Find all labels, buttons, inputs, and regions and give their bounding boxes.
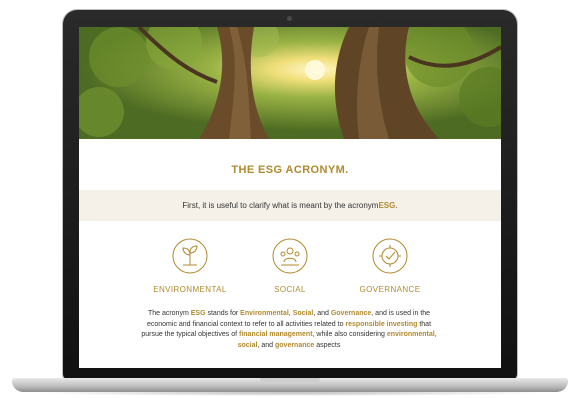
intro-band: First, it is useful to clarify what is m…	[79, 190, 501, 221]
esg-description: The acronym ESG stands for Environmental…	[139, 309, 439, 351]
tree-canopy-image	[79, 27, 501, 139]
hero-image-trees	[79, 27, 501, 139]
laptop-screen: THE ESG ACRONYM. First, it is useful to …	[79, 27, 501, 368]
desc-text: , and	[313, 310, 331, 317]
desc-highlight: Environmental	[240, 310, 289, 317]
intro-highlight: ESG	[378, 201, 396, 210]
esg-pillars: ENVIRONMENTAL SOCIAL GOVERNANCE	[79, 237, 501, 297]
desc-highlight: financial management	[239, 331, 313, 338]
desc-text: The acronym	[147, 310, 191, 317]
desc-highlight: social	[237, 341, 258, 349]
desc-highlight: Social	[292, 310, 314, 317]
desc-highlight: Governance	[330, 310, 372, 317]
desc-highlight: governance	[275, 341, 315, 349]
pillar-governance: GOVERNANCE	[330, 237, 450, 294]
desc-text: , and	[257, 341, 275, 349]
page-title: THE ESG ACRONYM.	[231, 164, 349, 176]
desc-text: , while also considering	[312, 331, 387, 338]
environmental-icon	[172, 238, 208, 274]
laptop-base	[12, 378, 568, 392]
desc-highlight: responsible investing	[345, 320, 418, 328]
camera-dot	[287, 16, 292, 21]
desc-highlight: environmental	[386, 331, 435, 338]
laptop-notch	[260, 378, 320, 384]
desc-text: stands for	[205, 310, 241, 317]
laptop-lid: THE ESG ACRONYM. First, it is useful to …	[63, 10, 517, 380]
desc-text: ,	[434, 331, 437, 338]
desc-text: aspects	[314, 341, 341, 349]
intro-suffix: .	[395, 201, 398, 210]
desc-highlight: ESG	[190, 310, 206, 317]
social-icon	[272, 238, 308, 274]
intro-text: First, it is useful to clarify what is m…	[182, 201, 379, 210]
governance-icon	[372, 238, 408, 274]
pillar-label-governance: GOVERNANCE	[359, 285, 421, 294]
